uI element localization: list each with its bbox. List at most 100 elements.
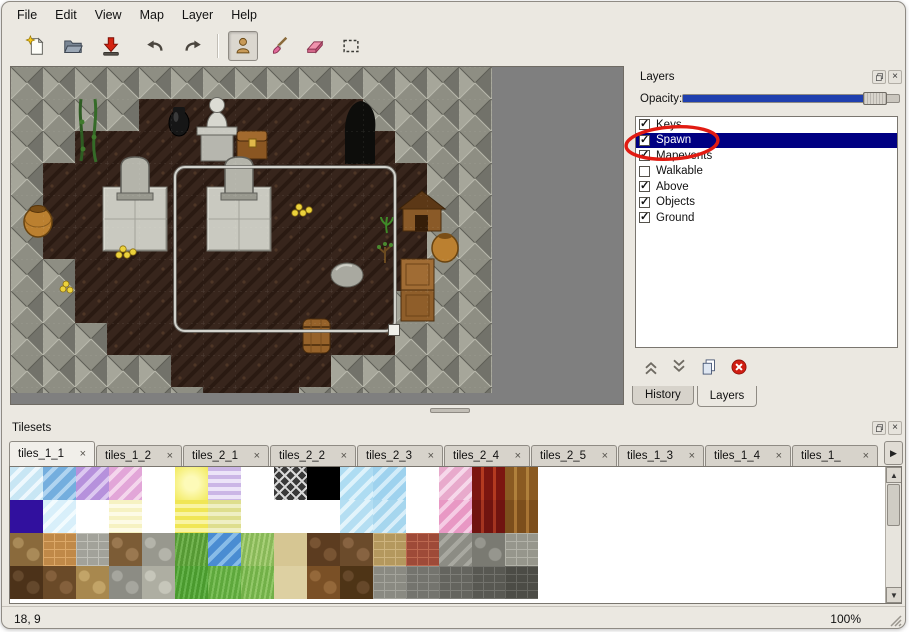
tileset-tab-tiles_2_3[interactable]: tiles_2_3×	[357, 445, 443, 466]
palette-tile-0-5[interactable]	[175, 467, 208, 500]
palette-tile-3-10[interactable]	[340, 566, 373, 599]
palette-tile-0-15[interactable]	[505, 467, 538, 500]
select-tool-button[interactable]	[336, 31, 366, 61]
layer-row-objects[interactable]: ✓Objects	[636, 195, 897, 211]
palette-tile-1-8[interactable]	[274, 500, 307, 533]
palette-tile-1-4[interactable]	[142, 500, 175, 533]
palette-tile-0-6[interactable]	[208, 467, 241, 500]
layer-visibility-checkbox[interactable]: ✓	[639, 119, 650, 130]
layers-panel-float-button[interactable]	[872, 70, 886, 84]
scroll-up-button[interactable]: ▲	[886, 467, 902, 483]
palette-tile-2-8[interactable]	[274, 533, 307, 566]
palette-tile-0-3[interactable]	[109, 467, 142, 500]
palette-tile-3-3[interactable]	[109, 566, 142, 599]
duplicate-layer-button[interactable]	[696, 354, 722, 380]
palette-tile-3-0[interactable]	[10, 566, 43, 599]
palette-tile-2-9[interactable]	[307, 533, 340, 566]
palette-tile-2-7[interactable]	[241, 533, 274, 566]
map-hscroll-thumb[interactable]	[430, 408, 470, 413]
save-button[interactable]	[96, 31, 126, 61]
palette-tile-0-9[interactable]	[307, 467, 340, 500]
tilesets-panel-float-button[interactable]	[872, 421, 886, 435]
tileset-tab-tiles_2_1[interactable]: tiles_2_1×	[183, 445, 269, 466]
delete-layer-button[interactable]	[726, 354, 752, 380]
map-canvas[interactable]	[11, 67, 492, 393]
tileset-tab-tiles_1_3[interactable]: tiles_1_3×	[618, 445, 704, 466]
palette-tile-3-9[interactable]	[307, 566, 340, 599]
open-folder-button[interactable]	[58, 31, 88, 61]
palette-tile-1-14[interactable]	[472, 500, 505, 533]
layer-visibility-checkbox[interactable]: ✓	[639, 212, 650, 223]
scroll-down-button[interactable]: ▼	[886, 587, 902, 603]
brush-tool-button[interactable]	[264, 31, 294, 61]
close-tab-icon[interactable]: ×	[689, 450, 695, 462]
tileset-tab-tiles_1_1[interactable]: tiles_1_1×	[9, 441, 95, 466]
layer-visibility-checkbox[interactable]: ✓	[639, 135, 650, 146]
undo-button[interactable]	[140, 31, 170, 61]
dock-tab-history[interactable]: History	[632, 386, 694, 405]
close-tab-icon[interactable]: ×	[80, 448, 86, 460]
palette-tile-3-2[interactable]	[76, 566, 109, 599]
move-down-button[interactable]	[666, 354, 692, 380]
palette-vertical-scrollbar[interactable]: ▲ ▼	[885, 467, 901, 603]
map-horizontal-scrollbar[interactable]	[10, 408, 624, 414]
palette-tile-3-1[interactable]	[43, 566, 76, 599]
palette-tile-1-6[interactable]	[208, 500, 241, 533]
palette-tile-3-14[interactable]	[472, 566, 505, 599]
layer-row-walkable[interactable]: Walkable	[636, 164, 897, 180]
close-tab-icon[interactable]: ×	[602, 450, 608, 462]
layer-visibility-checkbox[interactable]: ✓	[639, 150, 650, 161]
layer-visibility-checkbox[interactable]: ✓	[639, 197, 650, 208]
tileset-tab-tiles_1_[interactable]: tiles_1_×	[792, 445, 878, 466]
resize-grip[interactable]	[889, 614, 902, 627]
menu-file[interactable]: File	[8, 5, 46, 25]
palette-tile-0-10[interactable]	[340, 467, 373, 500]
stamp-tool-button[interactable]	[228, 31, 258, 61]
new-file-button[interactable]	[20, 31, 50, 61]
palette-tile-2-0[interactable]	[10, 533, 43, 566]
palette-tile-2-12[interactable]	[406, 533, 439, 566]
menu-layer[interactable]: Layer	[173, 5, 222, 25]
palette-tile-1-9[interactable]	[307, 500, 340, 533]
opacity-slider-handle[interactable]	[863, 92, 887, 105]
palette-tile-0-8[interactable]	[274, 467, 307, 500]
layer-list[interactable]: ✓Keys✓Spawn✓MapeventsWalkable✓Above✓Obje…	[635, 116, 898, 348]
palette-tile-2-2[interactable]	[76, 533, 109, 566]
tileset-tab-tiles_2_5[interactable]: tiles_2_5×	[531, 445, 617, 466]
tileset-tab-tiles_1_2[interactable]: tiles_1_2×	[96, 445, 182, 466]
palette-tile-2-6[interactable]	[208, 533, 241, 566]
palette-tile-0-2[interactable]	[76, 467, 109, 500]
vscroll-thumb[interactable]	[887, 484, 900, 526]
palette-tile-3-12[interactable]	[406, 566, 439, 599]
palette-tile-3-8[interactable]	[274, 566, 307, 599]
move-up-button[interactable]	[638, 354, 664, 380]
palette-tile-1-3[interactable]	[109, 500, 142, 533]
menu-help[interactable]: Help	[222, 5, 266, 25]
close-tab-icon[interactable]: ×	[776, 450, 782, 462]
menu-map[interactable]: Map	[131, 5, 173, 25]
palette-tile-0-14[interactable]	[472, 467, 505, 500]
tileset-tab-tiles_2_2[interactable]: tiles_2_2×	[270, 445, 356, 466]
palette-tile-2-3[interactable]	[109, 533, 142, 566]
palette-tile-2-13[interactable]	[439, 533, 472, 566]
close-tab-icon[interactable]: ×	[254, 450, 260, 462]
palette-tile-2-11[interactable]	[373, 533, 406, 566]
menu-view[interactable]: View	[86, 5, 131, 25]
eraser-tool-button[interactable]	[300, 31, 330, 61]
close-tab-icon[interactable]: ×	[341, 450, 347, 462]
dock-tab-layers[interactable]: Layers	[697, 386, 758, 407]
layer-visibility-checkbox[interactable]: ✓	[639, 181, 650, 192]
palette-tile-1-13[interactable]	[439, 500, 472, 533]
close-tab-icon[interactable]: ×	[863, 450, 869, 462]
palette-tile-3-15[interactable]	[505, 566, 538, 599]
palette-tile-0-11[interactable]	[373, 467, 406, 500]
layer-row-keys[interactable]: ✓Keys	[636, 117, 897, 133]
palette-tile-0-12[interactable]	[406, 467, 439, 500]
palette-tile-2-5[interactable]	[175, 533, 208, 566]
palette-tile-2-10[interactable]	[340, 533, 373, 566]
close-tab-icon[interactable]: ×	[515, 450, 521, 462]
palette-tile-1-10[interactable]	[340, 500, 373, 533]
close-tab-icon[interactable]: ×	[428, 450, 434, 462]
tileset-tab-tiles_2_4[interactable]: tiles_2_4×	[444, 445, 530, 466]
palette-tile-0-13[interactable]	[439, 467, 472, 500]
